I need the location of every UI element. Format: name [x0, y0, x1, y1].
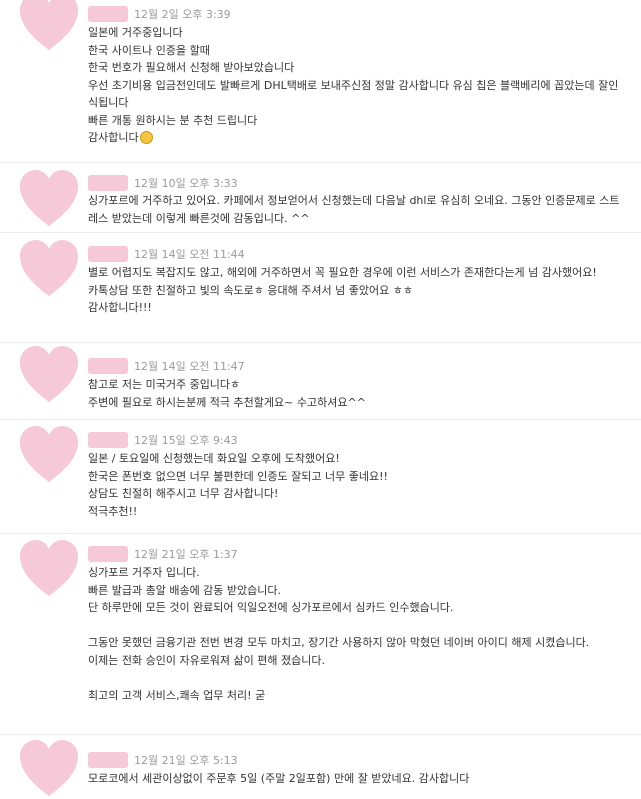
review-text-line: 최고의 고객 서비스,쾌속 업무 처리! 굳 [88, 688, 266, 702]
divider [0, 342, 641, 343]
author-name[interactable] [88, 175, 128, 191]
avatar[interactable] [18, 346, 80, 404]
review-date: 12월 14일 오전 11:47 [134, 360, 245, 373]
review-date: 12월 15일 오후 9:43 [134, 434, 238, 447]
author-name[interactable] [88, 358, 128, 374]
avatar[interactable] [18, 740, 80, 798]
review-text-line: 싱가포르 거주자 입니다. [88, 566, 200, 579]
review-text-line: 빠른 발급과 총알 배송에 감동 받았습니다. [88, 583, 282, 597]
review-text-line: 상담도 친절히 해주시고 너무 감사합니다! [88, 487, 279, 500]
review-date: 12월 2일 오후 3:39 [134, 8, 231, 21]
review-date: 12월 10일 오후 3:33 [134, 177, 238, 190]
avatar[interactable] [18, 240, 80, 298]
divider [0, 419, 641, 420]
review-text-line: 빠른 개통 원하시는 분 추천 드립니다 [88, 113, 258, 127]
review-text-line: 이제는 전화 승인이 자유로워져 삶이 편해 졌습니다. [88, 653, 325, 667]
divider [0, 232, 641, 233]
author-name[interactable] [88, 6, 128, 22]
review-text-line: 싱가포르에 거주하고 있어요. 카페에서 정보얻어서 신청했는데 다음날 dhl… [88, 194, 620, 225]
author-name[interactable] [88, 546, 128, 562]
review-text-line: 단 하루만에 모든 것이 완료되어 익일오전에 싱가포르에서 심카드 인수했습니… [88, 601, 454, 614]
review-text-blank [88, 669, 627, 687]
divider [0, 162, 641, 163]
review-text-line: 한국 사이트나 인증을 할때 [88, 43, 210, 57]
review-text-line: 일본에 거주중입니다 [88, 26, 183, 39]
review-text-line: 참고로 저는 미국거주 중입니다ㅎ [88, 378, 241, 391]
review-text-line: 적극추천!! [88, 504, 138, 518]
smile-emoji-icon [139, 131, 153, 144]
review-text-line: 우선 초기비용 입금전인데도 발빠르게 DHL택배로 보내주신점 정말 감사합니… [88, 78, 619, 110]
review-text-line: 감사합니다 [88, 131, 139, 144]
review-date: 12월 21일 오후 5:13 [134, 754, 238, 767]
review-text-line: 모로코에서 세관이상없이 주문후 5일 (주말 2일포함) 만에 잘 받았네요.… [88, 772, 470, 785]
avatar[interactable] [18, 0, 80, 52]
review-text-line: 감사합니다!!! [88, 301, 152, 314]
author-name[interactable] [88, 752, 128, 768]
divider [0, 533, 641, 534]
avatar[interactable] [18, 540, 80, 598]
review-text-line: 주변에 필요로 하시는분께 적극 추천할게요~ 수고하셔요^^ [88, 395, 366, 409]
review-text-blank [88, 617, 627, 635]
avatar[interactable] [18, 170, 80, 228]
review-text-line: 그동안 못했던 금융기관 전번 변경 모두 마치고, 장기간 사용하지 않아 막… [88, 636, 590, 649]
review-text-line: 별로 어렵지도 복잡지도 않고, 해외에 거주하면서 꼭 필요한 경우에 이런 … [88, 266, 597, 279]
author-name[interactable] [88, 246, 128, 262]
avatar[interactable] [18, 426, 80, 484]
divider [0, 734, 641, 735]
review-text-line: 한국 번호가 필요해서 신청해 받아보았습니다 [88, 61, 295, 74]
review-date: 12월 14일 오전 11:44 [134, 248, 245, 261]
review-date: 12월 21일 오후 1:37 [134, 548, 238, 561]
review-text-line: 일본 / 토요일에 신청했는데 화요일 오후에 도착했어요! [88, 452, 340, 465]
review-text-line: 한국은 폰번호 없으면 너무 불편한데 인증도 잘되고 너무 좋네요!! [88, 469, 388, 483]
review-text-line: 카톡상담 또한 친절하고 빛의 속도로ㅎ 응대해 주셔서 넘 좋았어요 ㅎㅎ [88, 283, 413, 297]
author-name[interactable] [88, 432, 128, 448]
